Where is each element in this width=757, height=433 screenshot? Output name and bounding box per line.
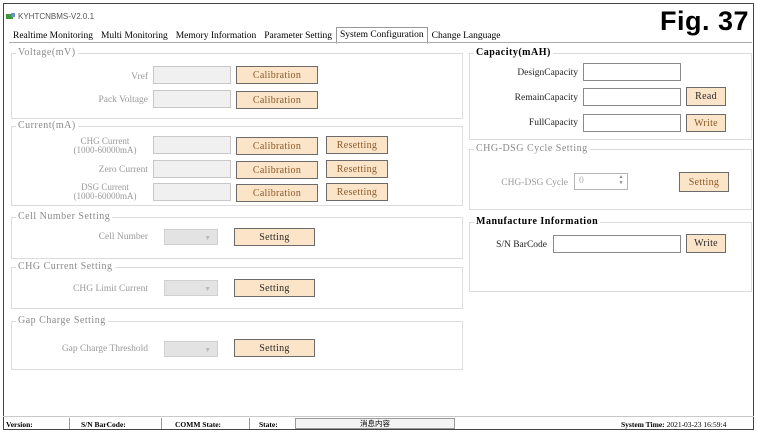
chg-limit-current-label: CHG Limit Current (73, 284, 148, 294)
chg-limit-current-select[interactable]: ▼ (164, 280, 218, 296)
status-separator (161, 418, 162, 429)
system-time-value: 2021-03-23 16:59:4 (666, 420, 727, 429)
status-divider (3, 416, 754, 417)
voltage-group: Voltage(mV) (11, 47, 463, 119)
voltage-group-title: Voltage(mV) (16, 47, 78, 58)
chg-current-label: CHG Current (1000-60000mA) (60, 137, 150, 155)
version-label: Version: (6, 420, 33, 429)
dsg-current-label-range: (1000-60000mA) (73, 191, 137, 201)
manufacture-group-title: Manufacture Information (474, 216, 601, 227)
title-bar: KYHTCNBMS-V2.0.1 (6, 10, 94, 22)
zero-current-label: Zero Current (98, 165, 148, 175)
design-capacity-field[interactable] (583, 63, 681, 81)
window-title: KYHTCNBMS-V2.0.1 (18, 11, 95, 21)
cell-number-label: Cell Number (98, 232, 148, 242)
current-group-title: Current(mA) (16, 120, 78, 131)
pack-voltage-calibration-button[interactable]: Calibration (236, 91, 318, 109)
sn-barcode-label: S/N BarCode (496, 240, 547, 250)
gap-charge-setting-button[interactable]: Setting (234, 339, 315, 357)
cell-number-setting-button[interactable]: Setting (234, 228, 315, 246)
cycle-label: CHG-DSG Cycle (501, 178, 568, 188)
chevron-down-icon: ▼ (204, 285, 211, 293)
full-capacity-label: FullCapacity (528, 118, 578, 128)
chg-current-calibration-button[interactable]: Calibration (236, 137, 318, 155)
status-separator (249, 418, 250, 429)
cycle-spinbox[interactable]: 0 ▲ ▼ (574, 173, 628, 190)
gap-charge-threshold-select[interactable]: ▼ (164, 341, 218, 357)
cycle-value: 0 (579, 176, 584, 186)
figure-label: Fig. 37 (659, 6, 749, 36)
state-value: 消息内容 (295, 418, 455, 429)
zero-current-field[interactable] (153, 160, 231, 178)
status-bar: Version: S/N BarCode: COMM State: State:… (3, 416, 754, 430)
zero-current-calibration-button[interactable]: Calibration (236, 161, 318, 179)
cell-number-group-title: Cell Number Setting (16, 211, 113, 222)
vref-label: Vref (131, 72, 148, 82)
system-time: System Time: 2021-03-23 16:59:4 (621, 420, 727, 429)
capacity-read-button[interactable]: Read (686, 87, 726, 106)
gap-charge-group-title: Gap Charge Setting (16, 315, 108, 326)
dsg-current-calibration-button[interactable]: Calibration (236, 184, 318, 202)
full-capacity-field[interactable] (583, 114, 681, 132)
chg-current-resetting-button[interactable]: Resetting (326, 136, 388, 154)
chevron-down-icon: ▼ (204, 234, 211, 242)
vref-calibration-button[interactable]: Calibration (236, 66, 318, 84)
vref-field[interactable] (153, 66, 231, 84)
tab-divider (9, 42, 752, 43)
remain-capacity-field[interactable] (583, 88, 681, 106)
dsg-current-label: DSG Current (1000-60000mA) (60, 183, 150, 201)
capacity-group-title: Capacity(mAH) (474, 47, 553, 58)
chg-current-field[interactable] (153, 136, 231, 154)
cell-number-select[interactable]: ▼ (164, 229, 218, 245)
pack-voltage-label: Pack Voltage (98, 95, 148, 105)
chevron-down-icon: ▼ (204, 346, 211, 354)
capacity-write-button[interactable]: Write (686, 114, 726, 132)
remain-capacity-label: RemainCapacity (514, 93, 578, 103)
chg-current-setting-group-title: CHG Current Setting (16, 261, 115, 272)
status-barcode-label: S/N BarCode: (81, 420, 126, 429)
chg-current-label-range: (1000-60000mA) (73, 145, 137, 155)
barcode-write-button[interactable]: Write (686, 234, 726, 253)
comm-state-label: COMM State: (175, 420, 222, 429)
pack-voltage-field[interactable] (153, 90, 231, 108)
manufacture-group: Manufacture Information (469, 216, 752, 292)
dsg-current-field[interactable] (153, 183, 231, 201)
sn-barcode-field[interactable] (553, 235, 681, 253)
state-label: State: (259, 420, 278, 429)
chg-current-setting-button[interactable]: Setting (234, 279, 315, 297)
design-capacity-label: DesignCapacity (517, 68, 578, 78)
spin-arrows-icon[interactable]: ▲ ▼ (617, 175, 625, 188)
dsg-current-resetting-button[interactable]: Resetting (326, 183, 388, 201)
cycle-group-title: CHG-DSG Cycle Setting (474, 143, 590, 154)
app-logo-icon (6, 13, 15, 19)
gap-charge-threshold-label: Gap Charge Threshold (61, 344, 148, 354)
zero-current-resetting-button[interactable]: Resetting (326, 160, 388, 178)
cycle-setting-button[interactable]: Setting (679, 172, 729, 192)
status-separator (69, 418, 70, 429)
